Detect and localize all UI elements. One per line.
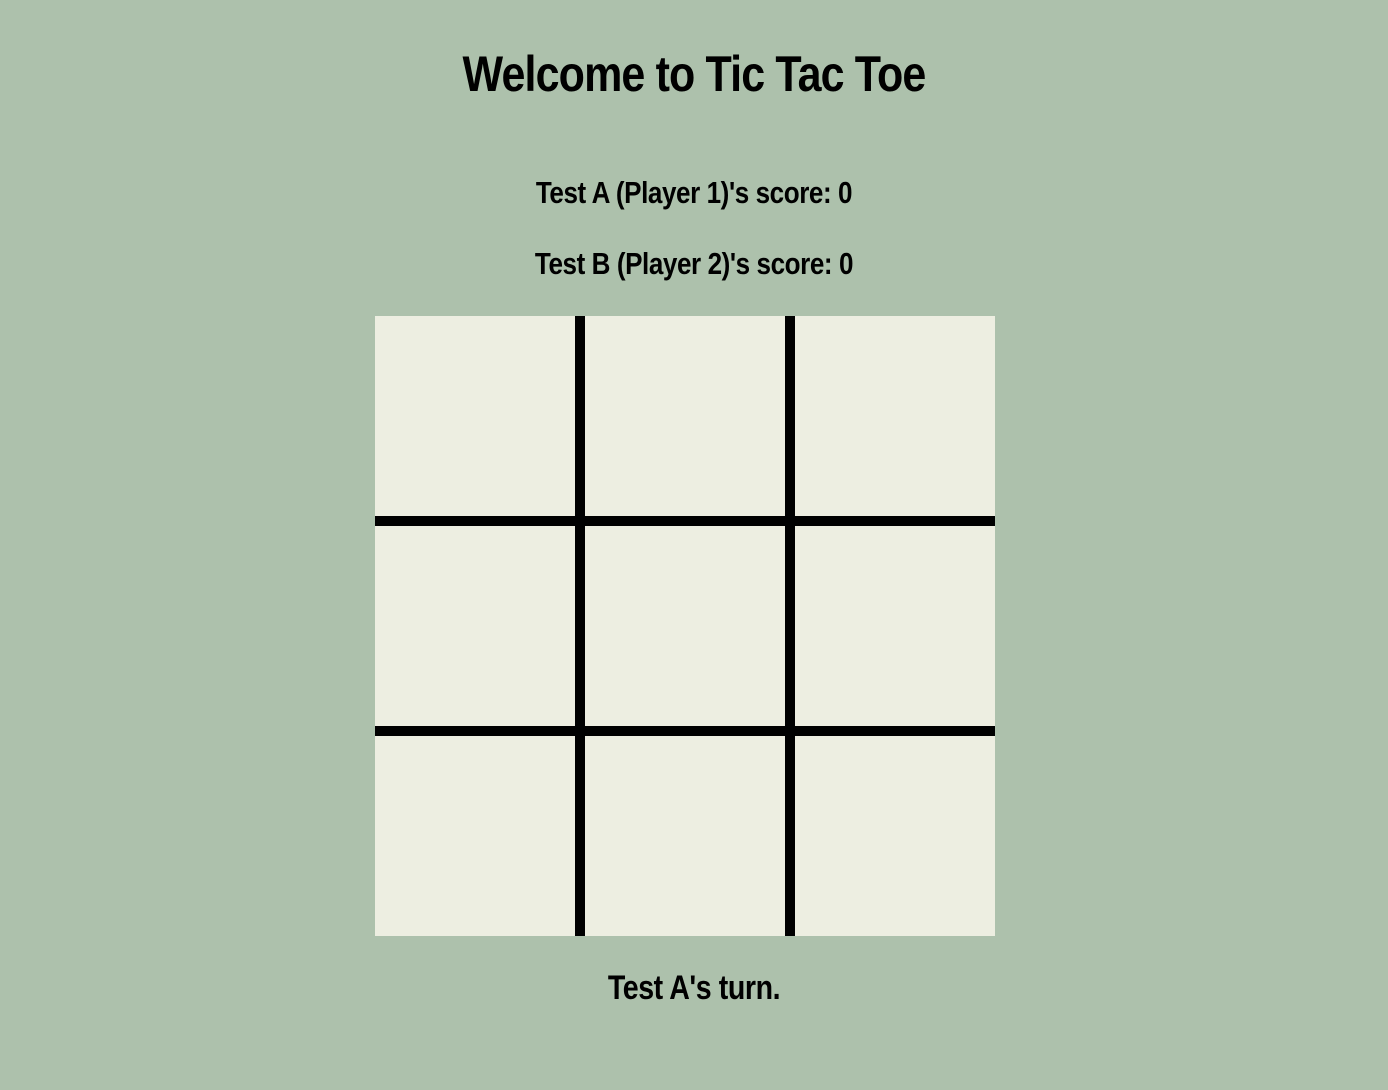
turn-status: Test A's turn. — [607, 969, 781, 1007]
board-cell-8[interactable] — [795, 736, 995, 936]
player1-score: Test A (Player 1)'s score: 0 — [535, 175, 853, 210]
page-title: Welcome to Tic Tac Toe — [462, 46, 927, 102]
player2-score: Test B (Player 2)'s score: 0 — [534, 246, 854, 281]
board-cell-1[interactable] — [585, 316, 785, 516]
board-cell-5[interactable] — [795, 526, 995, 726]
board-cell-6[interactable] — [375, 736, 575, 936]
board-cell-4[interactable] — [585, 526, 785, 726]
board-cell-7[interactable] — [585, 736, 785, 936]
game-board — [375, 316, 995, 936]
board-cell-3[interactable] — [375, 526, 575, 726]
board-cell-2[interactable] — [795, 316, 995, 516]
board-cell-0[interactable] — [375, 316, 575, 516]
